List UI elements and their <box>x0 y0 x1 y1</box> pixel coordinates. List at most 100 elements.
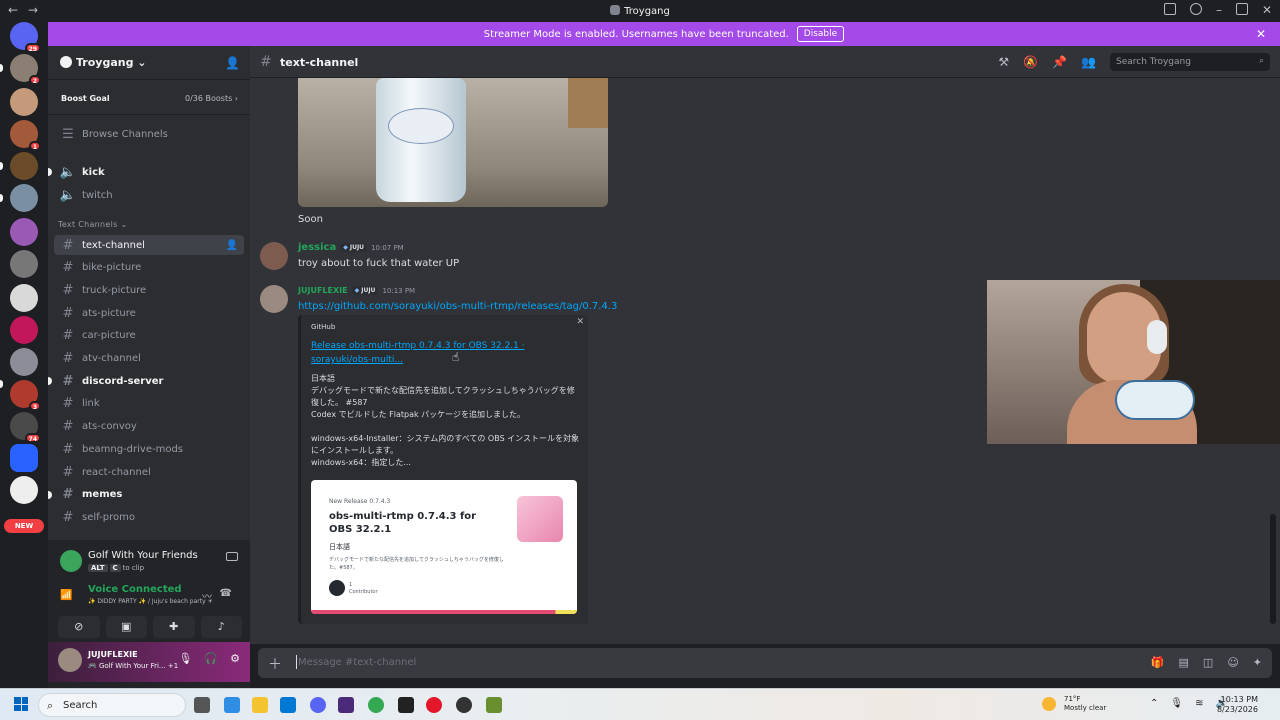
close-banner-icon[interactable]: ✕ <box>1256 27 1266 41</box>
activities-button[interactable]: ✚ <box>153 616 195 638</box>
server-icon[interactable] <box>10 348 38 376</box>
taskbar-search[interactable]: ⌕ Search <box>38 693 186 717</box>
scrollbar[interactable] <box>1270 514 1276 624</box>
close-window-icon[interactable]: ✕ <box>1262 3 1272 17</box>
voice-connected-label[interactable]: Voice Connected <box>88 584 182 595</box>
server-icon[interactable]: 2 <box>10 54 41 85</box>
server-icon[interactable] <box>10 284 38 312</box>
server-icon[interactable] <box>10 316 38 344</box>
channel-beamng-drive-mods[interactable]: # beamng-drive-mods <box>54 439 244 459</box>
message-author[interactable]: JUJUFLEXIE ◆ JUJU 10:13 PM <box>298 286 415 295</box>
gift-icon[interactable]: 🎁 <box>1151 656 1165 669</box>
server-icon[interactable] <box>10 250 38 278</box>
channel-memes[interactable]: # memes <box>48 485 244 505</box>
maximize-icon[interactable] <box>1235 3 1248 15</box>
screen-share-icon[interactable] <box>226 552 238 561</box>
channel-text-channel[interactable]: # text-channel 👤 <box>54 235 244 255</box>
add-attachment-icon[interactable]: ＋ <box>268 654 282 674</box>
channel-react-channel[interactable]: # react-channel <box>54 462 244 482</box>
attached-image[interactable] <box>298 78 608 207</box>
channel-link[interactable]: # link <box>54 394 244 414</box>
home-button[interactable]: 29 <box>10 22 41 53</box>
voice-channel-twitch[interactable]: 🔈 twitch <box>54 185 244 205</box>
remove-embed-icon[interactable]: ✕ <box>576 317 584 327</box>
server-icon[interactable] <box>10 444 38 472</box>
file-explorer-icon[interactable] <box>252 697 268 713</box>
channel-discord-server[interactable]: # discord-server <box>48 371 244 391</box>
server-icon[interactable] <box>10 218 38 246</box>
browse-channels[interactable]: ☰ Browse Channels <box>54 124 244 144</box>
weather-widget[interactable]: 71°F Mostly clear <box>1042 695 1106 713</box>
mic-tray-icon[interactable]: 🎙 <box>1170 698 1183 709</box>
gif-icon[interactable]: ▤ <box>1179 656 1189 669</box>
activity-row: Golf With Your Friends ALT Cto clip <box>56 546 242 576</box>
screen-share-button[interactable]: ▣ <box>105 616 147 638</box>
apps-icon[interactable]: ✦ <box>1253 656 1262 669</box>
avatar[interactable] <box>260 285 288 313</box>
app-icon[interactable] <box>426 697 442 713</box>
discord-icon[interactable] <box>310 697 326 713</box>
message-input[interactable]: Message #text-channel <box>298 657 416 668</box>
camera-off-button[interactable]: ⊘ <box>58 616 100 638</box>
server-icon[interactable] <box>10 476 38 504</box>
boost-goal[interactable]: Boost Goal 0/36 Boosts › <box>54 88 244 108</box>
start-button[interactable] <box>14 697 28 711</box>
server-icon[interactable]: 3 <box>10 380 41 411</box>
message-composer[interactable]: ＋ Message #text-channel 🎁 ▤ ◫ ☺ ✦ <box>258 648 1272 678</box>
message-link[interactable]: https://github.com/sorayuki/obs-multi-rt… <box>298 301 617 312</box>
microphone-icon[interactable]: 🎙 <box>178 652 192 665</box>
taskview-icon[interactable] <box>194 697 210 713</box>
message-author[interactable]: jessica ◆ JUJU 10:07 PM <box>298 242 404 253</box>
channel-car-picture[interactable]: # car-picture <box>54 326 244 346</box>
server-icon[interactable]: 1 <box>10 120 41 151</box>
soundboard-button[interactable]: ♪ <box>200 616 242 638</box>
emoji-icon[interactable]: ☺ <box>1227 656 1238 669</box>
app-icon[interactable] <box>398 697 414 713</box>
server-icon[interactable]: 74 <box>10 412 41 443</box>
server-icon[interactable] <box>10 88 38 116</box>
headphones-icon[interactable]: 🎧 <box>204 652 218 665</box>
app-icon[interactable] <box>224 697 240 713</box>
notification-bell-icon[interactable]: 🔕 <box>1023 55 1038 69</box>
search-input[interactable]: Search Troygang ⌕ <box>1110 53 1270 71</box>
threads-icon[interactable]: ⚒ <box>998 55 1009 69</box>
channel-ats-convoy[interactable]: # ats-convoy <box>54 417 244 437</box>
music-icon[interactable] <box>338 697 354 713</box>
disconnect-icon[interactable]: ☎ <box>220 588 232 599</box>
wifi-icon[interactable]: ≋ <box>1195 698 1203 709</box>
channel-atv-channel[interactable]: # atv-channel <box>54 349 244 369</box>
settings-gear-icon[interactable]: ⚙ <box>230 652 240 665</box>
embed-image[interactable]: New Release 0.7.4.3 obs-multi-rtmp 0.7.4… <box>311 480 577 614</box>
members-icon[interactable]: 👥 <box>1081 55 1096 69</box>
sticker-icon[interactable]: ◫ <box>1203 656 1213 669</box>
paper-bag <box>568 78 608 128</box>
voice-channel-kick[interactable]: 🔈 kick <box>48 162 244 182</box>
channel-ats-picture[interactable]: # ats-picture <box>54 303 244 323</box>
server-icon[interactable] <box>10 184 38 212</box>
channel-self-promo[interactable]: # self-promo <box>54 507 244 527</box>
pin-icon[interactable]: 📌 <box>1052 55 1067 69</box>
store-icon[interactable] <box>280 697 296 713</box>
noise-suppression-icon[interactable]: 〰 <box>202 588 212 603</box>
server-header[interactable]: Troygang ⌄ 👤 <box>48 46 250 80</box>
server-icon[interactable] <box>10 152 38 180</box>
help-icon[interactable] <box>1189 3 1202 15</box>
invite-icon[interactable]: 👤 <box>226 240 238 251</box>
invite-icon[interactable]: 👤 <box>225 56 240 70</box>
category-header[interactable]: Text Channels ⌄ <box>58 220 128 229</box>
game-icon[interactable] <box>486 697 502 713</box>
system-clock[interactable]: 10:13 PM 8/23/2026 <box>1217 695 1258 715</box>
embed-title[interactable]: Release obs-multi-rtmp 0.7.4.3 for OBS 3… <box>311 339 541 367</box>
obs-icon[interactable] <box>456 697 472 713</box>
inbox-icon[interactable] <box>1163 3 1176 15</box>
chrome-icon[interactable] <box>368 697 384 713</box>
minimize-icon[interactable]: – <box>1216 3 1222 17</box>
voice-channel-name[interactable]: ✨ DIDDY PARTY ✨ / Juju's beach party ☀ <box>88 598 213 605</box>
channel-truck-picture[interactable]: # truck-picture <box>54 280 244 300</box>
embed-provider[interactable]: GitHub <box>311 323 335 331</box>
avatar[interactable] <box>260 242 288 270</box>
disable-button[interactable]: Disable <box>796 26 845 42</box>
chevron-up-icon[interactable]: ⌃ <box>1150 698 1158 709</box>
channel-bike-picture[interactable]: # bike-picture <box>54 258 244 278</box>
avatar[interactable] <box>58 648 82 672</box>
